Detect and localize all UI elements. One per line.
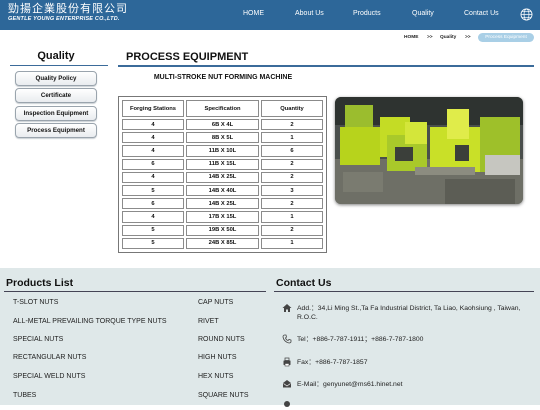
top-header: 勁揚企業股份有限公司 GENTLE YOUNG ENTERPRISE CO.,L… <box>0 0 540 30</box>
sidebar-title: Quality <box>37 50 75 62</box>
logo-english-name: GENTLE YOUNG ENTERPRISE CO.,LTD. <box>8 16 120 22</box>
column-header-specification: Specification <box>186 100 259 117</box>
product-link-rectangular-nuts[interactable]: RECTANGULAR NUTS <box>13 354 86 361</box>
location-icon <box>284 401 290 407</box>
cell-specification: 24B X 85L <box>186 237 259 249</box>
product-link-t-slot-nuts[interactable]: T-SLOT NUTS <box>13 299 58 306</box>
company-logo[interactable]: 勁揚企業股份有限公司 GENTLE YOUNG ENTERPRISE CO.,L… <box>8 2 128 23</box>
table-row: 5 14B X 40L 3 <box>122 184 323 197</box>
nav-about-us[interactable]: About Us <box>295 10 324 17</box>
cell-forging-stations: 4 <box>122 132 184 144</box>
products-list-title: Products List <box>6 277 74 289</box>
contact-divider <box>274 291 534 292</box>
breadcrumb-quality[interactable]: Quality <box>440 35 456 40</box>
product-link-square-nuts[interactable]: SQUARE NUTS <box>198 392 249 399</box>
contact-us-title: Contact Us <box>276 277 332 289</box>
product-link-special-nuts[interactable]: SPECIAL NUTS <box>13 336 63 343</box>
table-row: 6 14B X 25L 2 <box>122 198 323 210</box>
table-row: 6 11B X 15L 2 <box>122 158 323 170</box>
table-row: 4 11B X 10L 6 <box>122 145 323 157</box>
title-divider <box>118 65 534 67</box>
breadcrumb-current: Process Equipment <box>478 33 534 42</box>
phone-icon <box>282 334 292 344</box>
fax-icon <box>283 357 291 367</box>
cell-quantity: 2 <box>261 158 323 170</box>
cell-forging-stations: 5 <box>122 237 184 249</box>
product-link-round-nuts[interactable]: ROUND NUTS <box>198 336 245 343</box>
sidebar-item-certificate[interactable]: Certificate <box>15 88 97 103</box>
table-row: 4 14B X 25L 2 <box>122 171 323 183</box>
nav-quality[interactable]: Quality <box>412 10 434 17</box>
globe-icon[interactable] <box>520 8 533 21</box>
product-link-rivet[interactable]: RIVET <box>198 318 219 325</box>
product-link-tubes[interactable]: TUBES <box>13 392 36 399</box>
site-footer: Products List Contact Us T-SLOT NUTS CAP… <box>0 268 540 407</box>
nav-products[interactable]: Products <box>353 10 381 17</box>
cell-specification: 14B X 40L <box>186 184 259 197</box>
envelope-icon <box>283 380 291 388</box>
nav-contact-us[interactable]: Contact Us <box>464 10 499 17</box>
cell-specification: 11B X 15L <box>186 158 259 170</box>
home-icon <box>282 304 292 312</box>
sidebar-item-inspection-equipment[interactable]: Inspection Equipment <box>15 106 97 121</box>
cell-quantity: 1 <box>261 132 323 144</box>
sidebar-divider <box>10 65 108 66</box>
cell-quantity: 2 <box>261 171 323 183</box>
breadcrumb-separator: >> <box>465 35 471 40</box>
cell-forging-stations: 4 <box>122 211 184 223</box>
product-link-cap-nuts[interactable]: CAP NUTS <box>198 299 233 306</box>
cell-quantity: 6 <box>261 145 323 157</box>
cell-quantity: 3 <box>261 184 323 197</box>
cell-forging-stations: 6 <box>122 158 184 170</box>
cell-specification: 14B X 25L <box>186 198 259 210</box>
product-link-special-weld-nuts[interactable]: SPECIAL WELD NUTS <box>13 373 85 380</box>
table-row: 4 8B X 5L 1 <box>122 132 323 144</box>
cell-quantity: 2 <box>261 224 323 236</box>
table-title: MULTI-STROKE NUT FORMING MACHINE <box>153 74 293 81</box>
contact-fax: Fax：+886-7-787-1857 <box>297 359 368 366</box>
contact-email[interactable]: E-Mail：genyunet@ms61.hinet.net <box>297 380 403 389</box>
cell-quantity: 1 <box>261 237 323 249</box>
cell-forging-stations: 4 <box>122 145 184 157</box>
sidebar-item-quality-policy[interactable]: Quality Policy <box>15 71 97 86</box>
cell-forging-stations: 5 <box>122 184 184 197</box>
cell-quantity: 1 <box>261 211 323 223</box>
nav-home[interactable]: HOME <box>243 10 264 17</box>
equipment-table: Forging Stations Specification Quantity … <box>118 96 327 253</box>
product-link-all-metal-prevailing-torque-type-nuts[interactable]: ALL-METAL PREVAILING TORQUE TYPE NUTS <box>13 318 167 325</box>
table-row: 5 19B X 50L 2 <box>122 224 323 236</box>
table-row: 5 24B X 85L 1 <box>122 237 323 249</box>
table-row: 4 17B X 15L 1 <box>122 211 323 223</box>
cell-specification: 17B X 15L <box>186 211 259 223</box>
column-header-forging-stations: Forging Stations <box>122 100 184 117</box>
contact-tel: Tel：+886-7-787-1911；+886-7-787-1800 <box>297 336 424 343</box>
cell-specification: 19B X 50L <box>186 224 259 236</box>
cell-specification: 14B X 25L <box>186 171 259 183</box>
cell-quantity: 2 <box>261 119 323 131</box>
logo-chinese-name: 勁揚企業股份有限公司 <box>8 2 128 15</box>
cell-forging-stations: 4 <box>122 171 184 183</box>
table-row: 4 6B X 4L 2 <box>122 119 323 131</box>
breadcrumb-home[interactable]: HOME <box>404 35 418 40</box>
product-link-high-nuts[interactable]: HIGH NUTS <box>198 354 237 361</box>
page-title: PROCESS EQUIPMENT <box>126 51 249 63</box>
cell-forging-stations: 6 <box>122 198 184 210</box>
cell-forging-stations: 4 <box>122 119 184 131</box>
table-header-row: Forging Stations Specification Quantity <box>122 100 323 117</box>
cell-specification: 11B X 10L <box>186 145 259 157</box>
breadcrumb-separator: >> <box>427 35 433 40</box>
cell-specification: 8B X 5L <box>186 132 259 144</box>
sidebar-item-process-equipment[interactable]: Process Equipment <box>15 123 97 138</box>
column-header-quantity: Quantity <box>261 100 323 117</box>
product-link-hex-nuts[interactable]: HEX NUTS <box>198 373 233 380</box>
cell-forging-stations: 5 <box>122 224 184 236</box>
cell-quantity: 2 <box>261 198 323 210</box>
factory-machine-photo <box>335 97 523 204</box>
cell-specification: 6B X 4L <box>186 119 259 131</box>
products-divider <box>4 291 266 292</box>
contact-address: Add.：34,Li Ming St.,Ta Fa Industrial Dis… <box>297 305 521 321</box>
